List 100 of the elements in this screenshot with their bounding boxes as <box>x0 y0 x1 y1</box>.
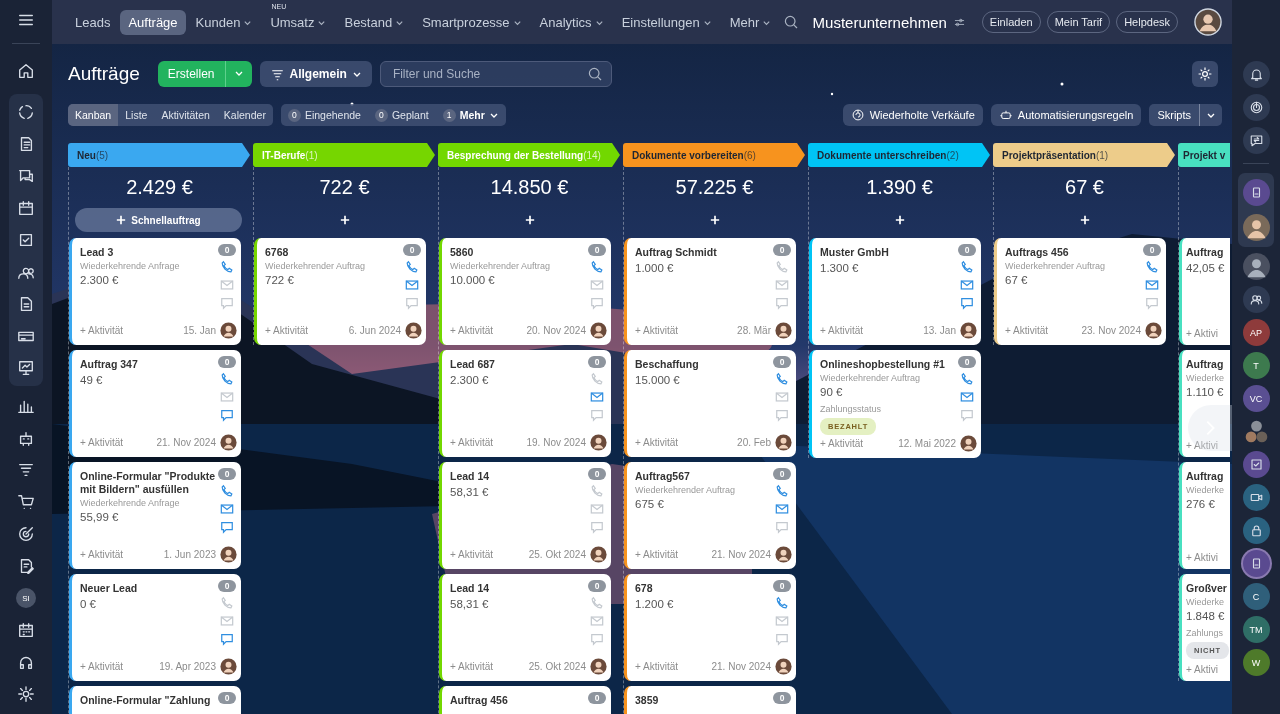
calendar-icon[interactable] <box>17 621 35 639</box>
deal-card[interactable]: Neuer Lead 0 € 0 + Aktivität 19. Apr 2023 <box>69 574 241 681</box>
mail-icon[interactable] <box>960 278 974 292</box>
add-activity-link[interactable]: + Aktivi <box>1186 328 1218 339</box>
counter-filter[interactable]: 1 Mehr <box>439 104 502 126</box>
mail-icon[interactable] <box>775 502 789 516</box>
nav-item[interactable]: Smartprozesse <box>414 9 530 35</box>
deal-card[interactable]: Lead 3 Wiederkehrende Anfrage 2.300 € 0 + Aktivität 15. Jan <box>69 238 241 345</box>
deal-card[interactable]: Lead 14 58,31 € 0 + Aktivität 25. Okt 2024 <box>439 462 611 569</box>
scripts-button[interactable]: Skripts <box>1149 104 1199 126</box>
deal-card[interactable]: Lead 14 58,31 € 0 + Aktivität 25. Okt 2024 <box>439 574 611 681</box>
card-title[interactable]: Lead 14 <box>450 470 490 483</box>
phone-icon[interactable] <box>590 260 604 274</box>
settings-icon[interactable] <box>17 685 35 703</box>
phone-icon[interactable] <box>775 372 789 386</box>
deal-card[interactable]: Lead 687 2.300 € 0 + Aktivität 19. Nov 2024 <box>439 350 611 457</box>
card-title[interactable]: Auftrag <box>1186 358 1224 371</box>
chat-icon[interactable] <box>17 167 35 185</box>
card-title[interactable]: Auftrag Schmidt <box>635 246 717 259</box>
mail-icon[interactable] <box>220 502 234 516</box>
deal-card[interactable]: Auftrag Schmidt 1.000 € 0 + Aktivität 28. Mär <box>624 238 796 345</box>
phone-icon[interactable] <box>960 260 974 274</box>
card-title[interactable]: Online-Formular "Zahlung <box>80 694 211 707</box>
nav-item[interactable]: Leads <box>67 9 119 35</box>
view-tab[interactable]: Aktivitäten <box>154 104 217 126</box>
group-chat-button[interactable] <box>1242 286 1270 313</box>
next-button[interactable] <box>1188 405 1232 451</box>
nav-item[interactable]: Aufträge <box>120 9 186 35</box>
add-activity-link[interactable]: + Aktivität <box>1005 325 1049 336</box>
loop-button[interactable] <box>1242 94 1270 121</box>
phone-icon[interactable] <box>220 372 234 386</box>
chat-swap-button[interactable] <box>1242 127 1270 154</box>
calendar-icon[interactable] <box>17 199 35 217</box>
contact-initials[interactable]: C <box>1242 583 1270 610</box>
stage-header[interactable]: Dokumente unterschreiben(2) <box>808 143 990 167</box>
add-activity-link[interactable]: + Aktivität <box>80 437 124 448</box>
deal-card[interactable]: 678 1.200 € 0 + Aktivität 21. Nov 2024 <box>624 574 796 681</box>
card-title[interactable]: Auftrags 456 <box>1005 246 1069 259</box>
add-activity-link[interactable]: + Aktivität <box>635 661 679 672</box>
nav-item[interactable]: Mehr <box>721 9 780 35</box>
card-title[interactable]: 678 <box>635 582 653 595</box>
add-activity-link[interactable]: + Aktivität <box>265 325 309 336</box>
deal-card[interactable]: Online-Formular "Produkte mit Bildern" ausfüllen Wiederkehrende Anfrage 55,99 € 0 + Aktivität 1. Jun 2023 <box>69 462 241 569</box>
card-title[interactable]: 3859 <box>635 694 659 707</box>
add-activity-link[interactable]: + Aktivität <box>450 661 494 672</box>
mail-icon[interactable] <box>1145 278 1159 292</box>
add-activity-link[interactable]: + Aktivität <box>450 437 494 448</box>
mail-icon[interactable] <box>960 390 974 404</box>
lock-button[interactable] <box>1242 517 1270 544</box>
phone-icon[interactable] <box>405 260 419 274</box>
card-title[interactable]: Auftrag 347 <box>80 358 138 371</box>
card-title[interactable]: Muster GmbH <box>820 246 889 259</box>
deal-card[interactable]: 5860 Wiederkehrender Auftrag 10.000 € 0 + Aktivität 20. Nov 2024 <box>439 238 611 345</box>
recurring-sales-button[interactable]: Wiederholte Verkäufe <box>842 104 983 126</box>
presentation-icon[interactable] <box>17 359 35 377</box>
counter-filter[interactable]: 0 Eingehende <box>284 104 364 126</box>
scripts-menu-button[interactable] <box>1199 104 1222 126</box>
counter-filter[interactable]: 0 Geplant <box>371 104 432 126</box>
nav-item[interactable]: Umsatz <box>262 9 335 35</box>
nav-item[interactable]: Kunden <box>187 9 261 35</box>
card-title[interactable]: Beschaffung <box>635 358 699 371</box>
contact-initials[interactable]: VC <box>1242 385 1270 412</box>
add-activity-link[interactable]: + Aktivität <box>635 437 679 448</box>
create-menu-button[interactable] <box>224 61 252 87</box>
deal-card[interactable]: Auftrag 456 0 <box>439 686 611 714</box>
deal-card[interactable]: 6768 Wiederkehrender Auftrag 722 € 0 + Aktivität 6. Jun 2024 <box>254 238 426 345</box>
add-activity-link[interactable]: + Aktivität <box>450 325 494 336</box>
funnel-icon[interactable] <box>17 461 35 479</box>
add-activity-link[interactable]: + Aktivität <box>80 549 124 560</box>
tasks-button[interactable] <box>1242 451 1270 478</box>
home-icon[interactable] <box>17 62 35 80</box>
avatar[interactable] <box>1242 214 1270 241</box>
notifications-button[interactable] <box>1242 61 1270 88</box>
card-title[interactable]: Onlineshopbestellung #1 <box>820 358 945 371</box>
card-title[interactable]: Auftrag <box>1186 470 1224 483</box>
search-icon[interactable] <box>782 14 799 30</box>
card-title[interactable]: Lead 687 <box>450 358 495 371</box>
cart-icon[interactable] <box>17 493 35 511</box>
add-activity-link[interactable]: + Aktivi <box>1186 552 1218 563</box>
video-call-button[interactable] <box>1242 484 1270 511</box>
settings-button[interactable] <box>1192 61 1218 87</box>
phone-icon[interactable] <box>1145 260 1159 274</box>
phone-icon[interactable] <box>220 260 234 274</box>
add-activity-link[interactable]: + Aktivität <box>820 325 864 336</box>
add-activity-link[interactable]: + Aktivität <box>80 661 124 672</box>
mail-icon[interactable] <box>405 278 419 292</box>
mail-icon[interactable] <box>590 390 604 404</box>
filter-preset-button[interactable]: Allgemein <box>259 61 372 87</box>
card-title[interactable]: 6768 <box>265 246 289 259</box>
add-activity-link[interactable]: + Aktivität <box>80 325 124 336</box>
card-title[interactable]: Lead 3 <box>80 246 114 259</box>
card-title[interactable]: Großver <box>1186 582 1227 595</box>
view-tab[interactable]: Kanban <box>68 104 119 126</box>
checkbox-icon[interactable] <box>17 231 35 249</box>
deal-card[interactable]: Auftrag Wiederke 1.110 € + Aktivi <box>1179 350 1230 457</box>
deal-card[interactable]: Auftrag Wiederke 276 € + Aktivi <box>1179 462 1230 569</box>
deal-card[interactable]: 3859 0 <box>624 686 796 714</box>
add-activity-link[interactable]: + Aktivität <box>820 438 864 449</box>
card-title[interactable]: Auftrag567 <box>635 470 690 483</box>
avatar[interactable] <box>1194 8 1222 36</box>
